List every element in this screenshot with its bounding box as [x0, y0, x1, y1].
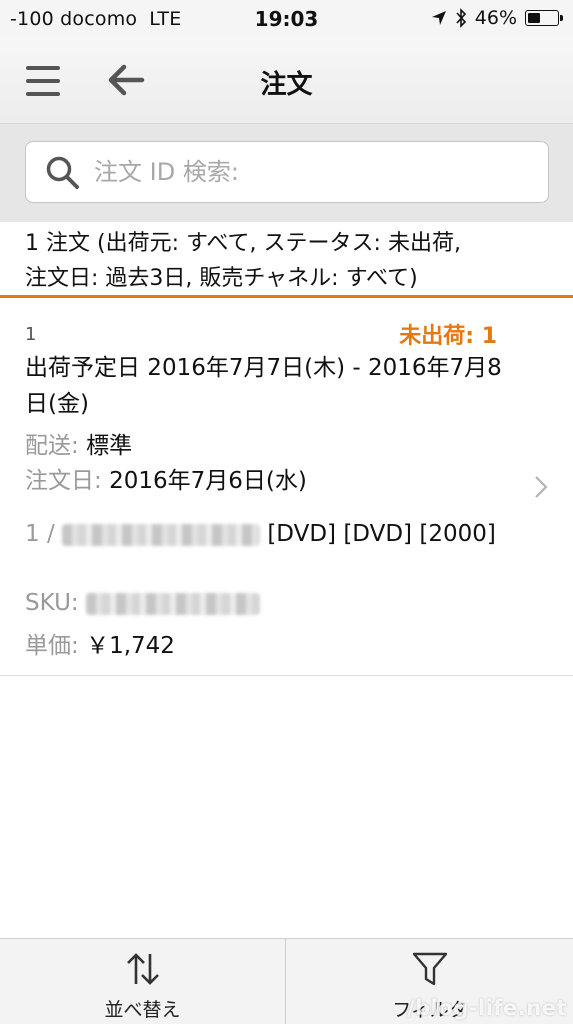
search-area: [0, 124, 573, 222]
location-arrow-icon: [431, 11, 446, 25]
order-date-value: 2016年7月6日(水): [109, 468, 307, 494]
shipping-row: 配送: 標準: [25, 426, 132, 460]
bottom-tab-bar: 並べ替え フィルタ /blog-life.net: [0, 938, 573, 1024]
order-index: 1: [25, 324, 37, 345]
search-icon: [46, 156, 79, 189]
order-status-badge: 未出荷: 1: [399, 324, 497, 349]
search-box[interactable]: [25, 141, 549, 203]
item-title-suffix: [DVD] [DVD] [2000]: [267, 521, 496, 547]
battery-percent: 46%: [474, 7, 517, 29]
bluetooth-icon: [456, 8, 466, 28]
price-row: 単価: ￥1,742: [25, 626, 175, 660]
item-title: 1 / [DVD] [DVD] [2000]: [25, 516, 525, 552]
filter-summary: 1 注文 (出荷元: すべて, ステータス: 未出荷, 注文日: 過去3日, 販…: [0, 222, 573, 298]
shipping-value: 標準: [86, 433, 133, 459]
blurred-sku-value: [85, 592, 260, 615]
price-label: 単価:: [25, 633, 79, 659]
sku-row: SKU:: [25, 590, 260, 616]
battery-level: [528, 13, 541, 23]
page-title: 注文: [260, 70, 313, 100]
blurred-product-name: [62, 523, 261, 546]
sort-arrows-icon: [126, 953, 159, 985]
sku-label: SKU:: [25, 590, 79, 616]
order-list-item[interactable]: 1 未出荷: 1 出荷予定日 2016年7月7日(木) - 2016年7月8日(…: [0, 298, 573, 676]
price-value: ￥1,742: [86, 633, 175, 659]
item-quantity: 1 /: [25, 521, 55, 547]
order-date-row: 注文日: 2016年7月6日(水): [25, 461, 307, 495]
order-date-label: 注文日:: [25, 468, 102, 494]
status-right: 46%: [431, 7, 563, 29]
search-input[interactable]: [94, 150, 534, 194]
battery-icon: [525, 10, 563, 26]
watermark: /blog-life.net: [406, 996, 567, 1020]
shipping-label: 配送:: [25, 433, 79, 459]
filter-summary-line-1: 1 注文 (出荷元: すべて, ステータス: 未出荷,: [25, 231, 461, 256]
sort-button[interactable]: 並べ替え: [0, 939, 286, 1024]
ship-date: 出荷予定日 2016年7月7日(木) - 2016年7月8日(金): [25, 355, 502, 417]
filter-summary-line-2: 注文日: 過去3日, 販売チャネル: すべて): [25, 266, 418, 291]
status-bar: -100 docomo LTE 19:03 46%: [0, 0, 573, 38]
nav-bar: 注文: [0, 38, 573, 124]
chevron-right-icon: [535, 476, 548, 498]
sort-label: 並べ替え: [104, 999, 181, 1021]
filter-funnel-icon: [412, 952, 448, 986]
